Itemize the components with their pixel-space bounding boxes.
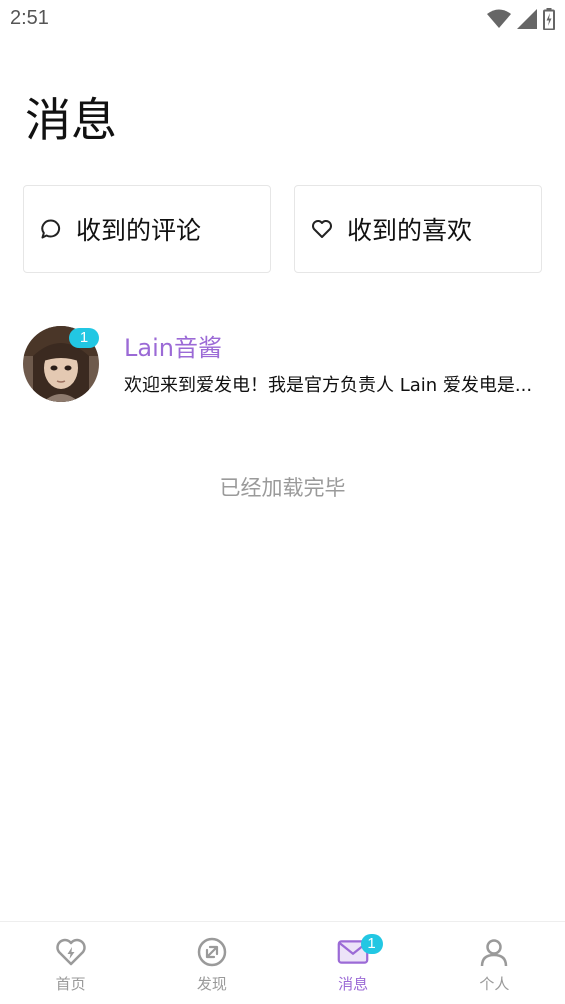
avatar-wrap: 1 [23, 326, 99, 402]
status-icons [487, 8, 555, 30]
received-comments-card[interactable]: 收到的评论 [23, 185, 271, 273]
status-bar: 2:51 [0, 0, 565, 40]
page-title: 消息 [25, 93, 117, 147]
tab-messages-label: 消息 [338, 975, 369, 993]
battery-charging-icon [543, 8, 555, 30]
sender-name: Lain音酱 [124, 334, 222, 362]
tab-discover[interactable]: 发现 [141, 922, 282, 1004]
tab-messages-badge: 1 [360, 934, 383, 954]
home-heart-bolt-icon [55, 936, 87, 968]
wifi-icon [487, 9, 511, 29]
end-of-list-note: 已经加载完毕 [219, 476, 346, 500]
bottom-tab-bar: 首页 发现 1 消息 个人 [0, 921, 565, 1004]
message-list-item[interactable]: 1 Lain音酱 欢迎来到爱发电！我是官方负责人 Lain 爱发电是... [23, 324, 543, 404]
message-preview: 欢迎来到爱发电！我是官方负责人 Lain 爱发电是... [124, 375, 533, 396]
comment-icon [40, 218, 62, 240]
tab-profile-label: 个人 [479, 975, 510, 993]
signal-icon [517, 9, 537, 29]
heart-icon [311, 218, 333, 240]
received-comments-label: 收到的评论 [76, 216, 202, 245]
tab-messages[interactable]: 1 消息 [283, 922, 424, 1004]
unread-badge: 1 [69, 328, 99, 348]
tab-home-label: 首页 [55, 975, 86, 993]
status-time: 2:51 [10, 7, 49, 29]
tab-home[interactable]: 首页 [0, 922, 141, 1004]
person-icon [478, 936, 510, 968]
tab-profile[interactable]: 个人 [424, 922, 565, 1004]
discover-compass-icon [196, 936, 228, 968]
received-likes-label: 收到的喜欢 [347, 216, 473, 245]
tab-discover-label: 发现 [196, 975, 227, 993]
received-likes-card[interactable]: 收到的喜欢 [294, 185, 542, 273]
